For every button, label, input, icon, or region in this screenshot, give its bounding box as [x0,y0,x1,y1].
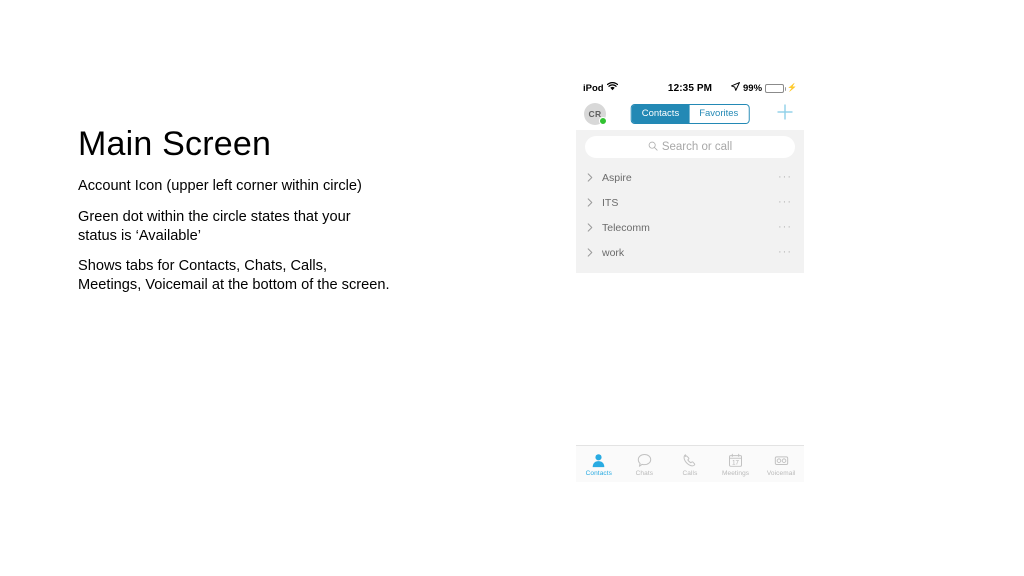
battery-percent-label: 99% [743,82,763,94]
search-bar-container: Search or call [576,136,804,165]
segmented-control[interactable]: Contacts Favorites [630,104,750,124]
tab-meetings[interactable]: 17 Meetings [713,451,759,477]
contact-group-label: Aspire [602,171,632,184]
phone-handset-icon [682,452,697,469]
voicemail-icon [774,452,789,469]
carrier-label: iPod [583,82,604,94]
contact-group-label: work [602,246,625,259]
tab-favorites-segment[interactable]: Favorites [689,105,749,123]
presence-available-dot [599,117,607,125]
ellipsis-icon[interactable]: ··· [778,197,792,208]
chevron-right-icon[interactable] [587,248,599,257]
status-bar: iPod 12:35 PM 99% ⚡ [576,78,804,98]
location-arrow-icon [731,82,740,94]
tab-label: Chats [635,470,654,477]
contact-group-label: ITS [602,196,619,209]
status-bar-right: 99% ⚡ [731,82,797,94]
tab-chats[interactable]: Chats [622,451,668,477]
page-title: Main Screen [78,125,272,163]
search-placeholder: Search or call [661,141,733,153]
phone-screenshot: iPod 12:35 PM 99% ⚡ CR Contacts Favorite… [576,78,804,500]
battery-icon [765,83,787,93]
tab-label: Voicemail [766,470,796,477]
bottom-tab-bar: Contacts Chats Calls 17 Meetings Voicema… [576,445,804,482]
chat-bubble-icon [637,452,652,469]
chevron-right-icon[interactable] [587,198,599,207]
add-contact-button[interactable] [774,103,796,125]
search-icon [648,138,658,156]
tab-contacts[interactable]: Contacts [576,451,622,477]
calendar-day-number: 17 [732,460,739,466]
table-row[interactable]: Aspire ··· [576,165,804,190]
contacts-list-area: Search or call Aspire ··· ITS ··· Teleco… [576,130,804,273]
tab-calls[interactable]: Calls [667,451,713,477]
nav-bar: CR Contacts Favorites [576,98,804,130]
slide-text-column: Main Screen Account Icon (upper left cor… [78,125,478,295]
slide-paragraph-3: Shows tabs for Contacts, Chats, Calls, M… [78,258,390,294]
calendar-icon: 17 [728,452,743,469]
ellipsis-icon[interactable]: ··· [778,247,792,258]
person-icon [591,452,606,469]
table-row[interactable]: ITS ··· [576,190,804,215]
empty-space [576,273,804,445]
chevron-right-icon[interactable] [587,223,599,232]
table-row[interactable]: work ··· [576,240,804,265]
ellipsis-icon[interactable]: ··· [778,222,792,233]
tab-voicemail[interactable]: Voicemail [758,451,804,477]
wifi-icon [606,82,618,94]
table-row[interactable]: Telecomm ··· [576,215,804,240]
chevron-right-icon[interactable] [587,173,599,182]
contact-group-label: Telecomm [602,221,650,234]
lightning-bolt-icon: ⚡ [787,83,797,92]
account-avatar-button[interactable]: CR [584,103,607,125]
tab-contacts-segment[interactable]: Contacts [631,105,690,123]
ellipsis-icon[interactable]: ··· [778,172,792,183]
status-bar-left: iPod [583,82,618,94]
search-input[interactable]: Search or call [585,136,795,158]
slide-paragraph-2: Green dot within the circle states that … [78,209,351,244]
slide-paragraph-1: Account Icon (upper left corner within c… [78,178,362,195]
tab-label: Contacts [585,470,613,477]
tab-label: Meetings [721,470,750,477]
plus-icon [776,103,794,126]
tab-label: Calls [682,470,698,477]
